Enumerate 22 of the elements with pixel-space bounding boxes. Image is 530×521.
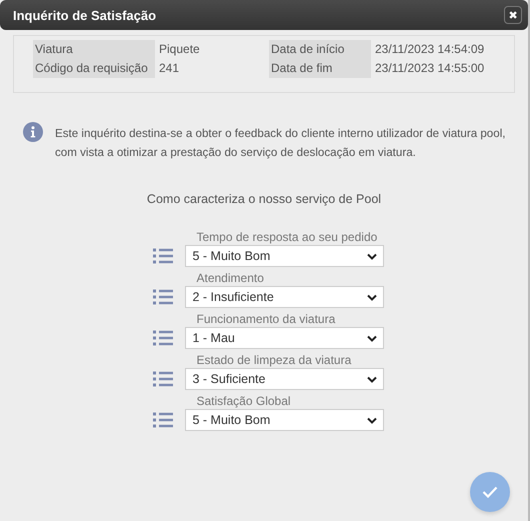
rating-label: Atendimento: [196, 270, 265, 286]
rating-label: Tempo de resposta ao seu pedido: [196, 229, 378, 245]
rating-select[interactable]: 1 - Mau: [184, 327, 384, 349]
rating-label: Estado de limpeza da viatura: [196, 352, 352, 368]
field-label: Código da requisição: [33, 59, 155, 78]
field-value: 23/11/2023 14:55:00: [374, 60, 486, 77]
rating-select[interactable]: 5 - Muito Bom: [184, 409, 384, 431]
info-text: Este inquérito destina-se a obter o feedback do cliente interno utilizador de viatura pool, com vista a otimizar a prestação do serviço de deslocação em viatura.: [55, 126, 507, 161]
rating-select[interactable]: 2 - Insuficiente: [184, 286, 384, 308]
rating-select[interactable]: 5 - Muito Bom: [184, 245, 384, 267]
field-value: Piquete: [158, 41, 201, 58]
rating-label: Satisfação Global: [196, 393, 292, 409]
rating-select[interactable]: 3 - Suficiente: [184, 368, 384, 390]
window-title: Inquérito de Satisfação: [13, 8, 156, 22]
question-heading: Como caracteriza o nosso serviço de Pool: [146, 192, 382, 206]
field-label: Data de fim: [269, 59, 371, 78]
field-value: 23/11/2023 14:54:09: [374, 41, 486, 58]
field-label: Data de início: [269, 40, 371, 59]
rating-label: Funcionamento da viatura: [196, 311, 336, 327]
field-value: 241: [158, 60, 180, 77]
close-button[interactable]: ✖: [504, 6, 522, 24]
field-label: Viatura: [33, 40, 155, 59]
